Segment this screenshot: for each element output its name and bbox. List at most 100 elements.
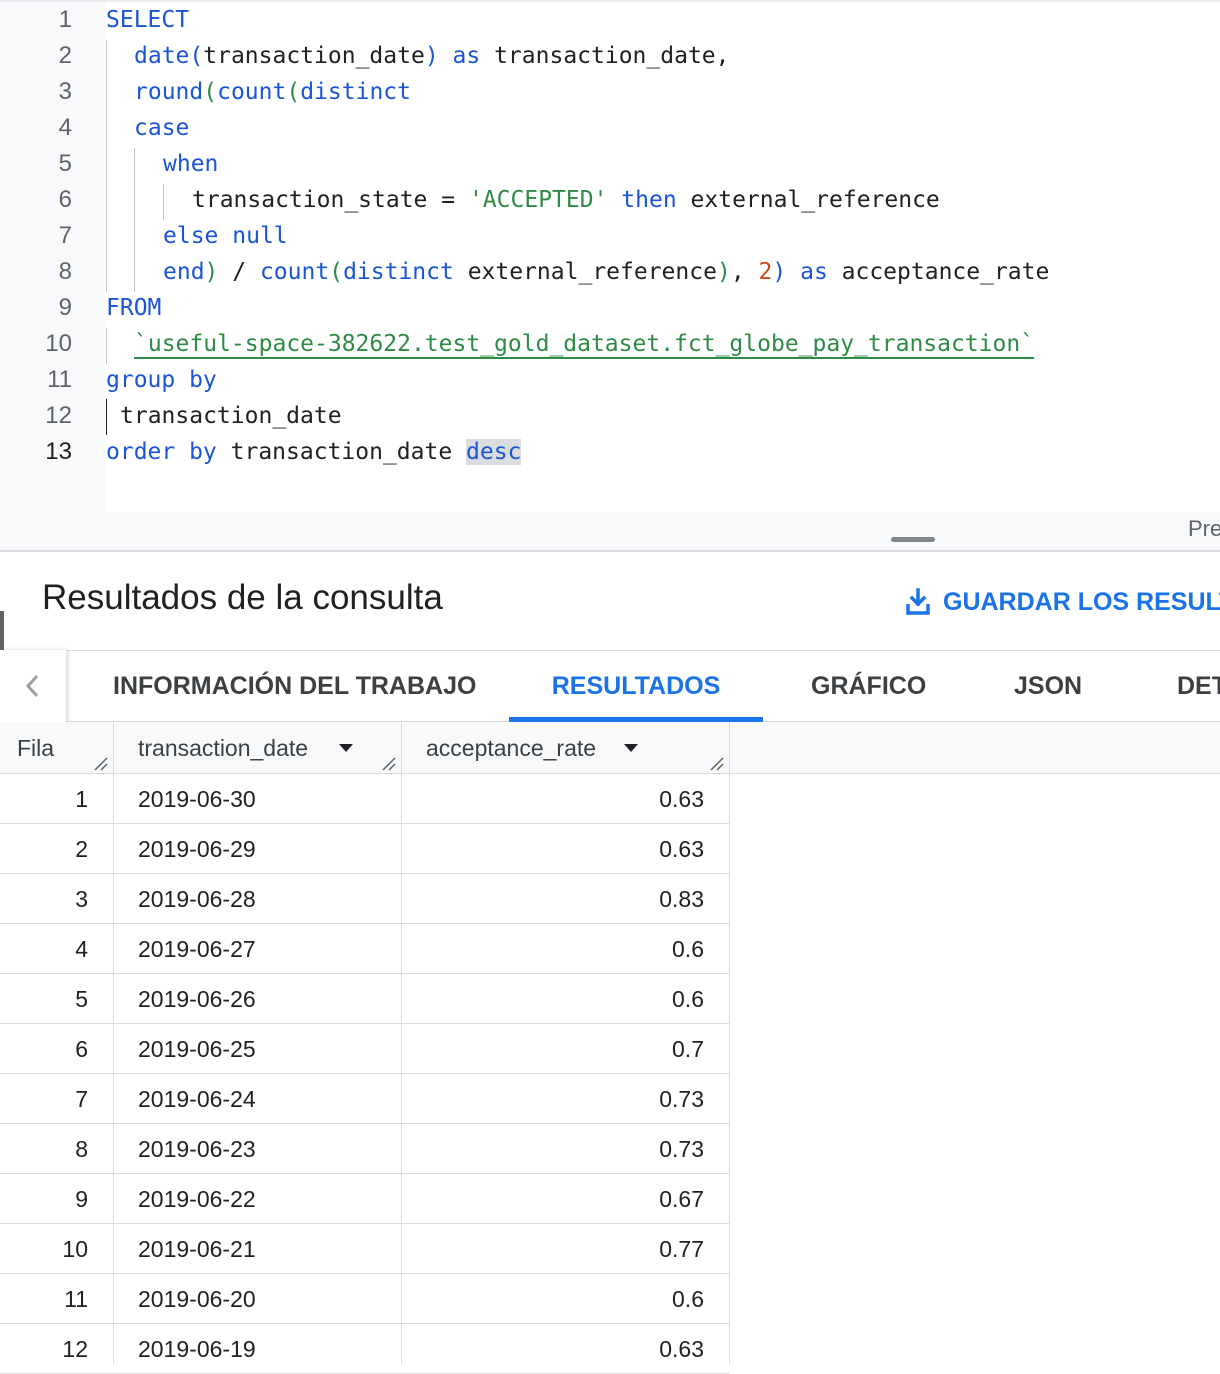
table-row[interactable]: 4 2019-06-27 0.6 xyxy=(0,924,730,974)
code-line[interactable]: 2 date(transaction_date) as transaction_d… xyxy=(0,38,1220,74)
code-text[interactable]: else null xyxy=(163,218,288,254)
code-token: as xyxy=(452,43,481,69)
line-number: 7 xyxy=(58,222,72,249)
table-row[interactable]: 2 2019-06-29 0.63 xyxy=(0,824,730,874)
tab-results[interactable]: RESULTADOS xyxy=(509,650,763,722)
code-line[interactable]: 4 case xyxy=(0,110,1220,146)
acceptance-rate-cell: 0.63 xyxy=(659,836,704,862)
code-token: / xyxy=(218,259,260,285)
code-text[interactable]: round(count(distinct xyxy=(134,74,411,110)
table-row[interactable]: 3 2019-06-28 0.83 xyxy=(0,874,730,924)
line-number: 12 xyxy=(45,402,72,429)
code-text[interactable]: transaction_state = 'ACCEPTED' then exte… xyxy=(192,182,940,218)
tab-job-info[interactable]: INFORMACIÓN DEL TRABAJO xyxy=(113,650,476,722)
table-row[interactable]: 10 2019-06-21 0.77 xyxy=(0,1224,730,1274)
acceptance-rate-cell: 0.6 xyxy=(672,936,704,962)
code-line[interactable]: 12 transaction_date xyxy=(0,398,1220,434)
transaction-date-cell: 2019-06-19 xyxy=(138,1336,256,1362)
code-token: desc xyxy=(466,439,522,465)
code-token: SELECT xyxy=(106,7,190,33)
row-number-cell: 3 xyxy=(75,886,88,912)
editor-resize-handle[interactable] xyxy=(891,537,935,542)
code-line[interactable]: 9 FROM xyxy=(0,290,1220,326)
code-line[interactable]: 11 group by xyxy=(0,362,1220,398)
row-number-cell: 6 xyxy=(75,1036,88,1062)
column-resize-icon[interactable] xyxy=(381,756,397,772)
line-number: 3 xyxy=(58,78,72,105)
acceptance-rate-cell: 0.83 xyxy=(659,886,704,912)
code-text[interactable]: end) / count(distinct external_reference… xyxy=(163,254,1049,290)
code-token: ) xyxy=(772,259,787,285)
acceptance-rate-cell: 0.6 xyxy=(672,1286,704,1312)
tab-json[interactable]: JSON xyxy=(1014,650,1082,722)
transaction-date-cell: 2019-06-30 xyxy=(138,786,256,812)
table-row[interactable]: 9 2019-06-22 0.67 xyxy=(0,1174,730,1224)
table-row[interactable]: 11 2019-06-20 0.6 xyxy=(0,1274,730,1324)
tab-details[interactable]: DET xyxy=(1177,650,1220,722)
code-line[interactable]: 13 order by transaction_date desc xyxy=(0,434,1220,470)
code-text[interactable]: SELECT xyxy=(106,2,189,38)
column-resize-icon[interactable] xyxy=(93,756,109,772)
row-number-cell: 12 xyxy=(62,1336,88,1362)
acceptance-rate-cell: 0.7 xyxy=(672,1036,704,1062)
indent-guide xyxy=(106,40,107,292)
acceptance-rate-cell: 0.77 xyxy=(659,1236,704,1262)
code-token: ) xyxy=(424,43,439,69)
code-line[interactable]: 10 `useful-space-382622.test_gold_dataset… xyxy=(0,326,1220,362)
code-token: order by xyxy=(106,439,217,465)
column-divider xyxy=(401,722,402,1364)
code-text[interactable]: order by transaction_date desc xyxy=(106,434,522,470)
table-row[interactable]: 6 2019-06-25 0.7 xyxy=(0,1024,730,1074)
code-token: acceptance_rate xyxy=(827,259,1050,285)
table-row[interactable]: 12 2019-06-19 0.63 xyxy=(0,1324,730,1374)
acceptance-rate-cell: 0.73 xyxy=(659,1086,704,1112)
save-results-button[interactable]: GUARDAR LOS RESULTA xyxy=(905,584,1220,620)
code-line[interactable]: 5 when xyxy=(0,146,1220,182)
column-header-row: Fila xyxy=(17,735,55,761)
results-title: Resultados de la consulta xyxy=(42,578,443,617)
table-row[interactable]: 5 2019-06-26 0.6 xyxy=(0,974,730,1024)
code-token: `useful-space-382622.test_gold_dataset.f… xyxy=(134,331,1035,357)
code-line[interactable]: 3 round(count(distinct xyxy=(0,74,1220,110)
code-line[interactable]: 6 transaction_state = 'ACCEPTED' then ext… xyxy=(0,182,1220,218)
table-row[interactable]: 8 2019-06-23 0.73 xyxy=(0,1124,730,1174)
indent-guide xyxy=(134,148,135,292)
code-text[interactable]: `useful-space-382622.test_gold_dataset.f… xyxy=(134,326,1034,362)
code-text[interactable]: transaction_date xyxy=(120,398,342,434)
line-number: 4 xyxy=(58,114,72,141)
sort-desc-icon[interactable] xyxy=(624,744,638,752)
pane-label: Pre xyxy=(1188,516,1220,541)
code-token: ( xyxy=(203,79,218,105)
code-token: ( xyxy=(189,43,204,69)
code-text[interactable]: date(transaction_date) as transaction_da… xyxy=(134,38,729,74)
code-token: external_reference xyxy=(453,259,717,285)
code-token: 2 xyxy=(758,259,773,285)
sort-desc-icon[interactable] xyxy=(339,744,353,752)
code-text[interactable]: FROM xyxy=(106,290,161,326)
table-row[interactable]: 7 2019-06-24 0.73 xyxy=(0,1074,730,1124)
text-cursor xyxy=(106,399,107,435)
column-header-transaction-date[interactable]: transaction_date xyxy=(138,722,308,774)
table-row[interactable]: 1 2019-06-30 0.63 xyxy=(0,774,730,824)
code-line[interactable]: 1 SELECT xyxy=(0,2,1220,38)
transaction-date-cell: 2019-06-22 xyxy=(138,1186,256,1212)
code-text[interactable]: case xyxy=(134,110,189,146)
tab-chart[interactable]: GRÁFICO xyxy=(811,650,926,722)
acceptance-rate-cell: 0.6 xyxy=(672,986,704,1012)
line-number: 6 xyxy=(58,186,72,213)
column-resize-icon[interactable] xyxy=(709,756,725,772)
code-text[interactable]: group by xyxy=(106,362,217,398)
code-token: distinct xyxy=(343,259,454,285)
code-token: round xyxy=(134,79,204,105)
code-text[interactable]: when xyxy=(163,146,218,182)
column-header-acceptance-rate[interactable]: acceptance_rate xyxy=(426,722,596,774)
code-line[interactable]: 8 end) / count(distinct external_referenc… xyxy=(0,254,1220,290)
code-token: transaction_date xyxy=(203,43,425,69)
tabs-scroll-left-button[interactable] xyxy=(0,650,66,722)
code-line[interactable]: 7 else null xyxy=(0,218,1220,254)
row-number-cell: 4 xyxy=(75,936,88,962)
code-token: transaction_date, xyxy=(480,43,730,69)
